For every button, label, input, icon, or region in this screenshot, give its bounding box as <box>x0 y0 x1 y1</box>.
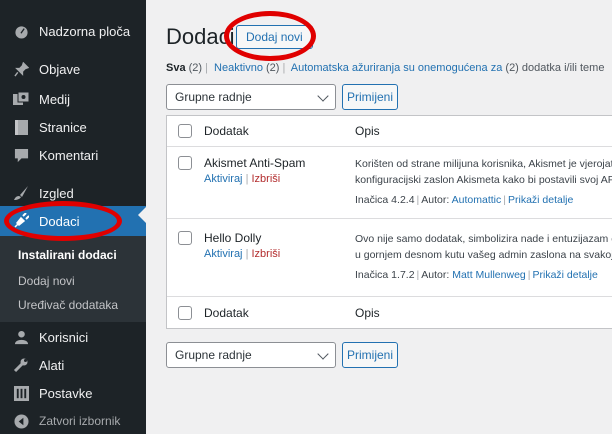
wrench-icon <box>12 356 30 374</box>
activate-link[interactable]: Aktiviraj <box>204 248 243 260</box>
plugins-table: Dodatak Opis Akismet Anti-Spam Aktiviraj… <box>166 115 612 329</box>
pin-icon <box>12 60 30 78</box>
filter-all[interactable]: Sva <box>166 62 186 74</box>
bulk-actions-select-bottom[interactable]: Grupne radnje <box>166 342 336 368</box>
sidebar-item-pages[interactable]: Stranice <box>0 112 146 142</box>
submenu-plugin-editor[interactable]: Uređivač dodataka <box>18 298 118 312</box>
delete-link[interactable]: Izbriši <box>252 173 281 185</box>
sidebar-item-media[interactable]: Medij <box>0 84 146 114</box>
chevron-down-icon <box>317 348 329 360</box>
plugin-name: Hello Dolly <box>204 231 262 245</box>
active-menu-arrow <box>138 207 146 223</box>
view-details-link[interactable]: Prikaži detalje <box>508 194 573 206</box>
brush-icon <box>12 184 30 202</box>
sidebar-item-label: Dodaci <box>39 213 80 229</box>
plugin-description-line: u gornjem desnom kutu vašeg admin zaslon… <box>355 249 612 261</box>
plugin-icon <box>12 212 30 230</box>
plugin-status-filters: Sva (2) | Neaktivno (2) | Automatska ažuri… <box>166 62 605 74</box>
table-row: Akismet Anti-Spam Aktiviraj | Izbriši Ko… <box>167 147 612 219</box>
sidebar-item-tools[interactable]: Alati <box>0 350 146 380</box>
bulk-actions-label: Grupne radnje <box>175 348 252 362</box>
author-link[interactable]: Matt Mullenweg <box>452 269 526 281</box>
dashboard-icon <box>12 22 30 40</box>
filter-auto-updates-count: (2) dodatka i/ili teme <box>505 62 605 74</box>
plugin-row-actions: Aktiviraj | Izbriši <box>204 248 281 260</box>
sidebar-item-posts[interactable]: Objave <box>0 54 146 84</box>
plugin-meta: Inačica 1.7.2 | Autor: Matt Mullenweg | Prik… <box>355 269 598 281</box>
sidebar-item-appearance[interactable]: Izgled <box>0 178 146 208</box>
filter-inactive-count: (2) <box>266 62 280 74</box>
sidebar-item-label: Alati <box>39 357 65 373</box>
bulk-actions-select-top[interactable]: Grupne radnje <box>166 84 336 110</box>
filter-inactive[interactable]: Neaktivno <box>214 62 263 74</box>
sidebar-collapse-menu[interactable]: Zatvori izbornik <box>0 406 146 434</box>
sidebar-item-label: Postavke <box>39 385 93 401</box>
column-header-plugin[interactable]: Dodatak <box>204 124 249 138</box>
plugin-description-line: Ovo nije samo dodatak, simbolizira nade … <box>355 233 612 245</box>
sidebar-item-label: Objave <box>39 61 81 77</box>
author-label: Autor: <box>421 194 450 206</box>
table-header-row: Dodatak Opis <box>167 116 612 147</box>
author-label: Autor: <box>421 269 450 281</box>
submenu-installed-plugins[interactable]: Instalirani dodaci <box>18 248 117 262</box>
page-title: Dodaci <box>166 24 235 49</box>
plugin-description-line: konfiguracijski zaslon Akismeta kako bi … <box>355 174 612 186</box>
column-footer-description: Opis <box>355 306 380 320</box>
plugin-checkbox[interactable] <box>178 156 192 170</box>
column-header-description: Opis <box>355 124 380 138</box>
sidebar-item-comments[interactable]: Komentari <box>0 140 146 170</box>
plugin-row-actions: Aktiviraj | Izbriši <box>204 173 281 185</box>
table-footer-row: Dodatak Opis <box>167 297 612 328</box>
sidebar-item-label: Izgled <box>39 185 74 201</box>
sidebar-item-label: Zatvori izbornik <box>39 414 121 428</box>
apply-bulk-button-bottom[interactable]: Primijeni <box>342 342 398 368</box>
settings-icon <box>12 384 30 402</box>
sidebar-item-plugins[interactable]: Dodaci <box>0 206 146 236</box>
view-details-link[interactable]: Prikaži detalje <box>532 269 597 281</box>
plugins-submenu: Instalirani dodaci Dodaj novi Uređivač d… <box>0 236 146 322</box>
select-all-checkbox-footer[interactable] <box>178 306 192 320</box>
collapse-icon <box>12 412 30 430</box>
apply-bulk-button-top[interactable]: Primijeni <box>342 84 398 110</box>
bulk-actions-label: Grupne radnje <box>175 90 252 104</box>
sidebar-item-users[interactable]: Korisnici <box>0 322 146 352</box>
sidebar-item-label: Nadzorna ploča <box>39 23 131 39</box>
filter-all-count: (2) <box>188 62 203 74</box>
chevron-down-icon <box>317 90 329 102</box>
page-icon <box>12 118 30 136</box>
sidebar-item-label: Medij <box>39 91 71 107</box>
admin-sidebar: Nadzorna ploča Objave Medij Stranice Kom… <box>0 0 146 434</box>
activate-link[interactable]: Aktiviraj <box>204 173 243 185</box>
table-row: Hello Dolly Aktiviraj | Izbriši Ovo nije… <box>167 219 612 297</box>
main-content: Dodaci Dodaj novi Sva (2) | Neaktivno (2)… <box>146 0 612 434</box>
submenu-add-new[interactable]: Dodaj novi <box>18 274 75 288</box>
delete-link[interactable]: Izbriši <box>252 248 281 260</box>
column-footer-plugin[interactable]: Dodatak <box>204 306 249 320</box>
plugin-description-line: Korišten od strane milijuna korisnika, A… <box>355 158 612 170</box>
plugin-version: Inačica 1.7.2 <box>355 269 415 281</box>
select-all-checkbox[interactable] <box>178 124 192 138</box>
sidebar-item-label: Stranice <box>39 119 87 135</box>
plugin-checkbox[interactable] <box>178 231 192 245</box>
plugin-version: Inačica 4.2.4 <box>355 194 415 206</box>
sidebar-item-settings[interactable]: Postavke <box>0 378 146 408</box>
add-new-plugin-button[interactable]: Dodaj novi <box>236 25 313 49</box>
users-icon <box>12 328 30 346</box>
plugin-meta: Inačica 4.2.4 | Autor: Automattic | Prikaži … <box>355 194 574 206</box>
media-icon <box>12 90 30 108</box>
author-link[interactable]: Automattic <box>452 194 502 206</box>
sidebar-item-label: Komentari <box>39 147 99 163</box>
comment-icon <box>12 146 30 164</box>
sidebar-item-dashboard[interactable]: Nadzorna ploča <box>0 16 146 46</box>
filter-auto-updates-disabled[interactable]: Automatska ažuriranja su onemogućena za <box>291 62 503 74</box>
sidebar-item-label: Korisnici <box>39 329 89 345</box>
plugin-name: Akismet Anti-Spam <box>204 156 306 170</box>
